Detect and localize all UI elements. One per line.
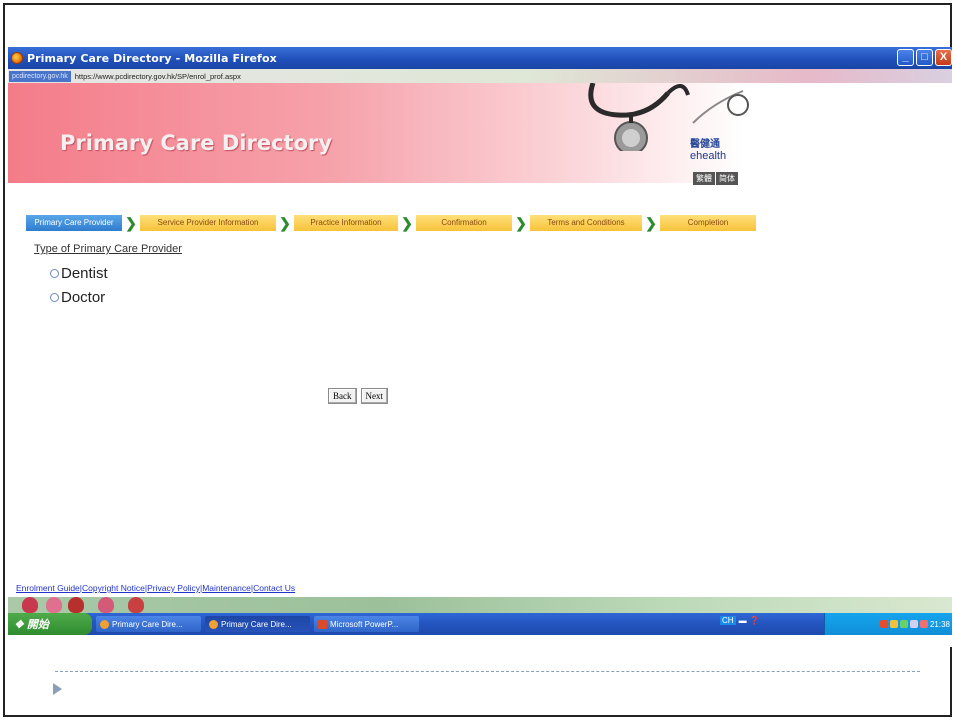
form-navigation: Back Next xyxy=(328,388,388,404)
clock[interactable]: 21:38 xyxy=(930,620,950,629)
minimize-button[interactable]: _ xyxy=(897,49,914,66)
step-service-provider-information: Service Provider Information xyxy=(140,215,276,231)
doctor-radio[interactable] xyxy=(50,293,59,302)
tray-icon[interactable] xyxy=(909,620,918,628)
tray-icon[interactable] xyxy=(889,620,898,628)
window-titlebar: Primary Care Directory - Mozilla Firefox… xyxy=(8,47,952,69)
browser-window: Primary Care Directory - Mozilla Firefox… xyxy=(8,47,952,647)
powerpoint-icon xyxy=(318,619,327,629)
flower-icon xyxy=(68,597,84,613)
windows-logo-icon: ❖ xyxy=(14,618,27,631)
start-label: 開始 xyxy=(26,619,49,631)
bullet-triangle-icon xyxy=(53,683,62,695)
language-switcher: 繁體 简体 xyxy=(693,172,738,185)
taskbar-item-label: Primary Care Dire... xyxy=(112,619,183,629)
ehealth-logo-chinese: 醫健通 xyxy=(690,139,720,150)
slide: Primary Care Directory - Mozilla Firefox… xyxy=(0,0,955,720)
step-primary-care-provider: Primary Care Provider xyxy=(26,215,122,231)
step-arrow-icon: ❯ xyxy=(645,215,657,231)
tray-icon[interactable] xyxy=(899,620,908,628)
step-terms-and-conditions: Terms and Conditions xyxy=(530,215,642,231)
taskbar-item-powerpoint[interactable]: Microsoft PowerP... xyxy=(314,616,419,632)
decorative-flower-strip xyxy=(8,597,952,613)
taskbar-item-firefox-1[interactable]: Primary Care Dire... xyxy=(96,616,201,632)
step-completion: Completion xyxy=(660,215,756,231)
firefox-icon xyxy=(100,619,109,629)
url-text[interactable]: https://www.pcdirectory.gov.hk/SP/enrol_… xyxy=(75,72,241,81)
keyboard-icon: ▬ xyxy=(738,616,747,625)
footer-link-copyright-notice[interactable]: Copyright Notice xyxy=(82,583,145,593)
footer-link-privacy-policy[interactable]: Privacy Policy xyxy=(147,583,200,593)
progress-steps: Primary Care Provider ❯ Service Provider… xyxy=(26,215,756,231)
option-doctor[interactable]: Doctor xyxy=(50,289,105,306)
firefox-icon xyxy=(11,52,23,64)
flower-icon xyxy=(128,597,144,613)
step-arrow-icon: ❯ xyxy=(125,215,137,231)
language-indicator[interactable]: CH xyxy=(720,616,736,625)
tray-icon[interactable] xyxy=(879,620,888,628)
back-button[interactable]: Back xyxy=(328,388,357,404)
start-button[interactable]: ❖ 開始 xyxy=(8,613,92,635)
provider-type-label: Type of Primary Care Provider xyxy=(34,243,182,255)
option-dentist[interactable]: Dentist xyxy=(50,265,108,282)
page-content: Primary Care Directory 醫健通 ehealth 繁體 简体… xyxy=(8,83,952,613)
taskbar-item-label: Microsoft PowerP... xyxy=(330,619,399,629)
site-identity-badge[interactable]: pcdirectory.gov.hk xyxy=(9,70,71,82)
traditional-chinese-button[interactable]: 繁體 xyxy=(693,172,715,185)
page-banner: Primary Care Directory 醫健通 ehealth 繁體 简体 xyxy=(8,83,952,185)
maximize-button[interactable]: □ xyxy=(916,49,933,66)
flower-icon xyxy=(46,597,62,613)
step-arrow-icon: ❯ xyxy=(515,215,527,231)
doctor-label[interactable]: Doctor xyxy=(61,289,105,306)
footer-link-contact-us[interactable]: Contact Us xyxy=(253,583,295,593)
flower-icon xyxy=(98,597,114,613)
footer-links: Enrolment Guide | Copyright Notice | Priva… xyxy=(16,583,296,593)
step-arrow-icon: ❯ xyxy=(279,215,291,231)
step-practice-information: Practice Information xyxy=(294,215,398,231)
step-arrow-icon: ❯ xyxy=(401,215,413,231)
taskbar-item-label: Primary Care Dire... xyxy=(221,619,292,629)
window-title: Primary Care Directory - Mozilla Firefox xyxy=(27,51,277,65)
dentist-radio[interactable] xyxy=(50,269,59,278)
footer-link-maintenance[interactable]: Maintenance xyxy=(202,583,251,593)
next-button[interactable]: Next xyxy=(360,388,388,404)
step-confirmation: Confirmation xyxy=(416,215,512,231)
ehealth-logo-english: ehealth xyxy=(690,150,727,162)
window-controls: _ □ X xyxy=(897,49,952,66)
simplified-chinese-button[interactable]: 简体 xyxy=(716,172,738,185)
system-tray: 21:38 xyxy=(824,613,952,635)
help-icon: ❓ xyxy=(749,616,760,625)
firefox-icon xyxy=(209,619,218,629)
language-bar[interactable]: CH ▬ ❓ xyxy=(720,616,760,625)
windows-taskbar: ❖ 開始 Primary Care Dire... Primary Care D… xyxy=(8,613,952,635)
slide-divider xyxy=(55,671,920,672)
taskbar-item-firefox-2[interactable]: Primary Care Dire... xyxy=(205,616,310,632)
close-button[interactable]: X xyxy=(935,49,952,66)
address-bar[interactable]: pcdirectory.gov.hk https://www.pcdirecto… xyxy=(8,69,952,83)
footer-link-enrolment-guide[interactable]: Enrolment Guide xyxy=(16,583,80,593)
flower-icon xyxy=(22,597,38,613)
dentist-label[interactable]: Dentist xyxy=(61,265,108,282)
tray-icon[interactable] xyxy=(919,620,928,628)
banner-title: Primary Care Directory xyxy=(60,131,333,155)
